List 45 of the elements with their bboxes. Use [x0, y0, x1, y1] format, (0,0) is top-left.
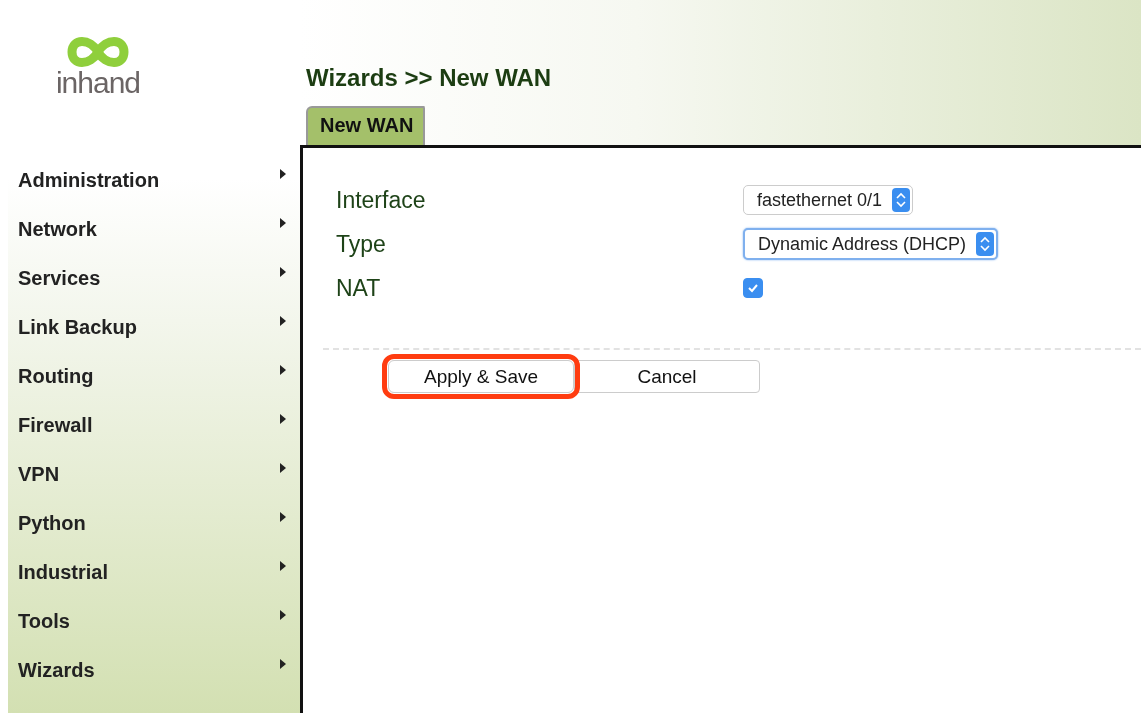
field-label: Type	[336, 230, 387, 258]
menu-item[interactable]: Firewall	[8, 401, 300, 450]
arrow-right-icon	[280, 609, 286, 620]
menu-label: VPN	[18, 463, 60, 486]
menu-item[interactable]: Wizards	[8, 646, 300, 695]
arrow-right-icon	[280, 266, 286, 277]
arrow-right-icon	[280, 217, 286, 228]
dropdown[interactable]: Dynamic Address (DHCP)	[743, 228, 999, 260]
field-label: NAT	[336, 274, 382, 302]
field-label: Interface	[336, 186, 427, 214]
menu-item[interactable]: Python	[8, 499, 300, 548]
menu-item[interactable]: Link Backup	[8, 303, 300, 352]
menu-item[interactable]: Industrial	[8, 548, 300, 597]
menu-item[interactable]: VPN	[8, 450, 300, 499]
menu-item[interactable]: Administration	[8, 156, 300, 205]
menu-label: Routing	[18, 365, 94, 388]
menu-label: Firewall	[18, 414, 93, 437]
arrow-right-icon	[280, 413, 286, 424]
stepper-icon	[976, 232, 995, 256]
arrow-right-icon	[280, 658, 286, 669]
logo-text: inhand	[55, 68, 141, 98]
menu-label: Wizards	[18, 659, 95, 682]
menu-label: Python	[18, 512, 86, 535]
arrow-right-icon	[280, 168, 286, 179]
menu-item[interactable]: Services	[8, 254, 300, 303]
arrow-right-icon	[280, 364, 286, 375]
action-button[interactable]: Cancel	[574, 360, 760, 393]
menu-item[interactable]: Routing	[8, 352, 300, 401]
arrow-right-icon	[280, 315, 286, 326]
menu-item[interactable]: Tools	[8, 597, 300, 646]
stepper-icon	[892, 188, 911, 212]
arrow-right-icon	[280, 560, 286, 571]
menu-label: Services	[18, 267, 101, 290]
menu-label: Tools	[18, 610, 70, 633]
page-title: Wizards >> New WAN	[306, 64, 553, 92]
menu-label: Link Backup	[18, 316, 137, 339]
arrow-right-icon	[280, 462, 286, 473]
menu-item[interactable]: Network	[8, 205, 300, 254]
arrow-right-icon	[280, 511, 286, 522]
menu-label: Network	[18, 218, 97, 241]
tab[interactable]: New WAN	[306, 106, 426, 145]
menu-label: Administration	[18, 169, 160, 192]
dropdown[interactable]: fastethernet 0/1	[743, 185, 914, 215]
menu-label: Industrial	[18, 561, 108, 584]
checkbox[interactable]	[743, 278, 763, 298]
